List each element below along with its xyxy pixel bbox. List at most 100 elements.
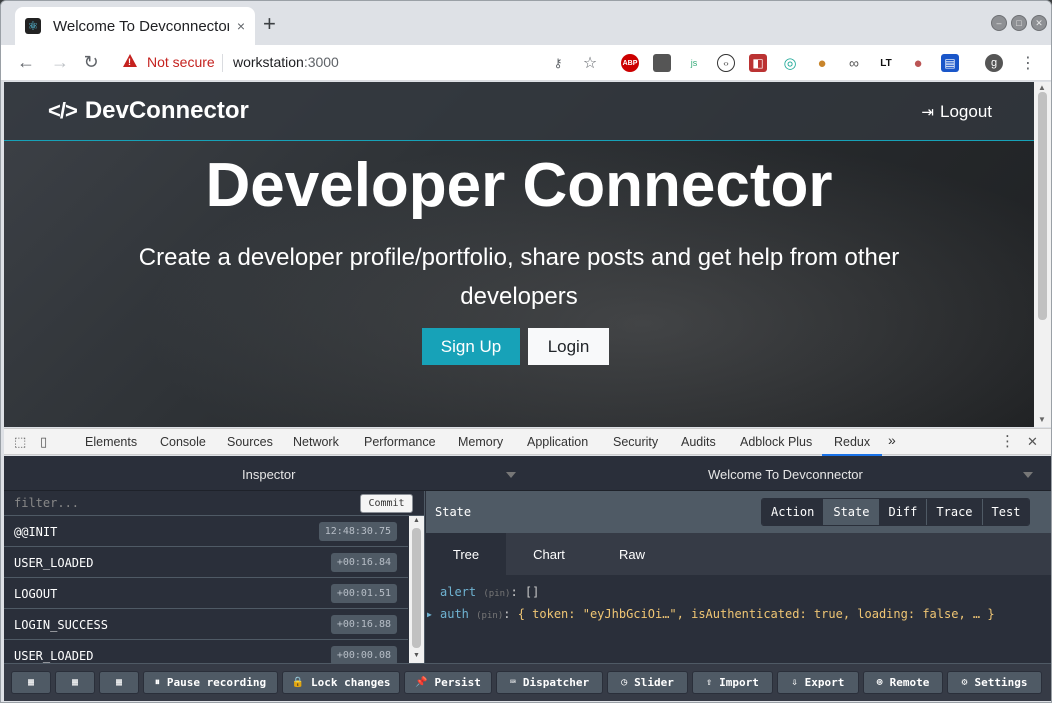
layout-button[interactable]: ▦ [11,671,51,694]
devtools-tab-network[interactable]: Network [293,435,339,449]
menu-kebab-icon[interactable]: ⋮ [1019,54,1037,72]
lt-extension-icon[interactable]: LT [877,54,895,72]
close-devtools-icon[interactable]: ✕ [1027,434,1038,450]
brand-link[interactable]: </> DevConnector [48,97,249,125]
save-extension-icon[interactable]: ▤ [941,54,959,72]
action-view-button[interactable]: Action [762,499,825,525]
persist-button[interactable]: 📌 Persist [404,671,492,694]
settings-button[interactable]: ⚙ Settings [947,671,1042,694]
slider-button[interactable]: ◷ Slider [607,671,688,694]
button-label: Slider [634,676,674,689]
action-list-scrollbar[interactable]: ▲ ▼ [409,516,424,663]
maximize-button[interactable]: □ [1011,15,1027,31]
devtools-tab-sources[interactable]: Sources [227,435,273,449]
node-value: true [813,607,843,621]
layout-button[interactable]: ▦ [55,671,95,694]
action-item[interactable]: @@INIT 12:48:30.75 [4,516,408,547]
browser-tab[interactable]: ⚛ Welcome To Devconnector × [15,7,255,45]
scroll-down-icon[interactable]: ▼ [413,652,420,659]
lock-changes-button[interactable]: 🔒 Lock changes [282,671,400,694]
dispatcher-button[interactable]: ⌨ Dispatcher [496,671,603,694]
devtools-tab-memory[interactable]: Memory [458,435,503,449]
action-item[interactable]: USER_LOADED +00:16.84 [4,547,408,578]
logout-link[interactable]: ⇥ Logout [921,102,992,122]
view-switcher: Action State Diff Trace Test [761,498,1031,526]
node-value: , loading: [842,607,923,621]
security-indicator[interactable]: Not secure [147,54,215,70]
lock-icon: 🔒 [291,677,304,688]
cookie-extension-icon[interactable]: ● [813,54,831,72]
action-item[interactable]: LOGOUT +00:01.51 [4,578,408,609]
close-window-button[interactable]: ✕ [1031,15,1047,31]
monitor-select[interactable]: Inspector [242,467,295,482]
pin-link[interactable]: (pin) [476,611,503,621]
tab-tree[interactable]: Tree [426,533,506,575]
devtools-extension-icon[interactable]: ‹› [717,54,735,72]
expand-arrow-icon[interactable]: ▶ [427,610,432,619]
more-tabs-icon[interactable]: » [888,432,896,448]
scroll-down-icon[interactable]: ▼ [1038,415,1046,424]
forward-button[interactable]: → [49,52,71,73]
extension-icon[interactable]: ● [909,54,927,72]
filter-input[interactable]: filter... [14,496,79,510]
bookmark-star-icon[interactable]: ☆ [581,54,599,72]
extension-icon[interactable] [653,54,671,72]
devtools-tab-console[interactable]: Console [160,435,206,449]
minimize-button[interactable]: – [991,15,1007,31]
new-tab-button[interactable]: + [263,13,276,35]
key-icon[interactable]: ⚷ [549,54,567,72]
layout-button[interactable]: ▦ [99,671,139,694]
action-item[interactable]: USER_LOADED +00:00.08 [4,640,408,663]
devtools-tab-audits[interactable]: Audits [681,435,716,449]
extension-icon[interactable]: ∞ [845,54,863,72]
state-view-button[interactable]: State [824,499,880,525]
devtools-tab-elements[interactable]: Elements [85,435,137,449]
scroll-up-icon[interactable]: ▲ [1038,83,1046,92]
diff-view-button[interactable]: Diff [879,499,928,525]
pin-link[interactable]: (pin) [483,589,510,599]
button-label: Export [804,676,845,689]
extension-icon[interactable]: ◎ [781,54,799,72]
back-button[interactable]: ← [15,52,37,73]
code-icon: </> [48,98,78,123]
device-toolbar-icon[interactable]: ▯ [40,434,47,450]
devtools-menu-icon[interactable]: ⋮ [1000,432,1015,450]
signup-button[interactable]: Sign Up [422,328,520,365]
commit-button[interactable]: Commit [360,494,413,513]
chevron-down-icon[interactable] [506,472,516,478]
remote-button[interactable]: ⊚ Remote [863,671,943,694]
address-input[interactable]: workstation:3000 [233,54,339,70]
instance-select[interactable]: Welcome To Devconnector [708,467,863,482]
page-scrollbar[interactable]: ▲ ▼ [1034,82,1051,427]
reload-button[interactable]: ↻ [80,52,102,73]
tree-node-alert[interactable]: alert (pin): [] [440,585,539,599]
hero-lead: Create a developer profile/portfolio, sh… [138,244,900,310]
node-value: "eyJhbGciOi…" [582,607,677,621]
login-button[interactable]: Login [528,328,609,365]
trace-view-button[interactable]: Trace [927,499,983,525]
scrollbar-thumb[interactable] [1038,92,1047,320]
js-extension-icon[interactable]: js [685,54,703,72]
scroll-up-icon[interactable]: ▲ [413,517,420,524]
import-button[interactable]: ⇧ Import [692,671,773,694]
profile-avatar[interactable]: g [985,54,1003,72]
test-view-button[interactable]: Test [982,499,1030,525]
devtools-tab-performance[interactable]: Performance [364,435,436,449]
chevron-down-icon[interactable] [1023,472,1033,478]
export-button[interactable]: ⇩ Export [777,671,859,694]
adblock-extension-icon[interactable]: ABP [621,54,639,72]
scrollbar-thumb[interactable] [412,528,421,648]
close-tab-icon[interactable]: × [237,18,245,34]
tab-raw[interactable]: Raw [592,533,672,575]
devtools-tab-adblock[interactable]: Adblock Plus [740,435,812,449]
tree-node-auth[interactable]: ▶ auth (pin): { token: "eyJhbGciOi…", is… [427,607,995,621]
pause-recording-button[interactable]: ⏸ Pause recording [143,671,278,694]
action-item[interactable]: LOGIN_SUCCESS +00:16.88 [4,609,408,640]
devtools-tab-redux[interactable]: Redux [822,435,883,456]
inspect-element-icon[interactable]: ⬚ [14,434,26,450]
devtools-tab-application[interactable]: Application [527,435,588,449]
warning-icon[interactable]: ! [123,54,137,67]
extension-icon[interactable]: ◧ [749,54,767,72]
tab-chart[interactable]: Chart [509,533,589,575]
devtools-tab-security[interactable]: Security [613,435,658,449]
